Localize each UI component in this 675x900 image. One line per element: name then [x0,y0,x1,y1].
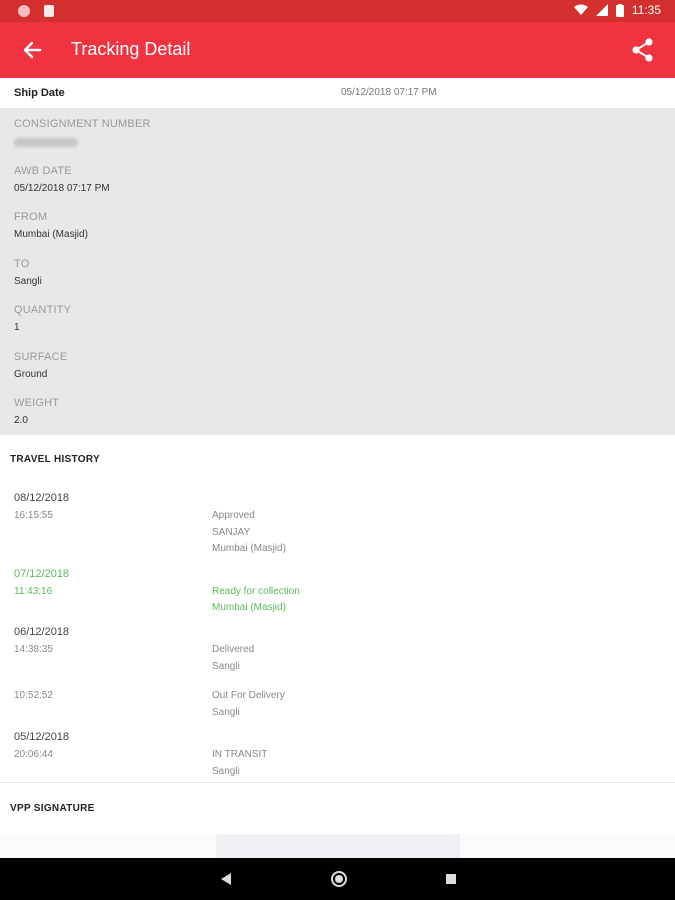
ship-date-value: 05/12/2018 07:17 PM [341,87,437,98]
notification-icon [18,5,30,17]
history-date: 06/12/2018 [14,626,70,638]
ship-date-row: Ship Date 05/12/2018 07:17 PM [0,78,675,108]
history-location: Mumbai (Masjid) [212,602,286,613]
history-status: Ready for collection [212,586,300,597]
system-icons: 11:35 [573,3,661,17]
history-time: 14:38:35 [14,644,53,655]
share-icon [632,38,653,62]
consignment-number-label: CONSIGNMENT NUMBER [14,118,151,130]
to-value: Sangli [14,276,42,287]
consignment-number-field: CONSIGNMENT NUMBER [14,118,151,152]
notification-icons [18,5,54,17]
app-bar: Tracking Detail [0,22,675,78]
history-time: 20:06:44 [14,749,53,760]
quantity-label: QUANTITY [14,304,72,316]
surface-label: SURFACE [14,351,68,363]
weight-value: 2.0 [14,415,28,426]
history-status: Approved [212,510,255,521]
signature-image [216,834,460,858]
page-title: Tracking Detail [71,39,191,59]
history-time: 16:15:55 [14,510,53,521]
to-label: TO [14,258,30,270]
share-button[interactable] [629,36,657,64]
sd-card-icon [44,5,54,17]
history-status: Delivered [212,644,255,655]
history-time: 11:43:16 [14,586,53,597]
wifi-icon [573,4,588,15]
status-bar: 11:35 [0,0,675,22]
history-location: Sangli [212,766,240,777]
weight-field: WEIGHT 2.0 [14,397,59,426]
history-location: Sangli [212,661,240,672]
consignment-number-redacted [14,138,78,147]
history-status: Out For Delivery [212,690,285,701]
history-status: IN TRANSIT [212,749,268,760]
history-date: 07/12/2018 [14,568,70,580]
system-nav-bar [0,858,675,900]
history-location: Mumbai (Masjid) [212,543,286,554]
nav-recents-icon[interactable] [446,874,456,884]
ship-date-label: Ship Date [14,87,65,99]
awb-date-value: 05/12/2018 07:17 PM [14,183,110,194]
nav-back-icon[interactable] [219,872,233,886]
awb-date-field: AWB DATE 05/12/2018 07:17 PM [14,165,110,194]
to-field: TO Sangli [14,258,42,287]
clock: 11:35 [631,3,661,17]
history-date: 05/12/2018 [14,731,70,743]
battery-icon [615,3,624,17]
surface-value: Ground [14,369,48,380]
weight-label: WEIGHT [14,397,60,409]
back-button[interactable] [18,36,46,64]
travel-history-heading: TRAVEL HISTORY [10,454,100,465]
section-divider [0,782,675,783]
surface-field: SURFACE Ground [14,351,67,380]
arrow-back-icon [23,41,42,59]
from-field: FROM Mumbai (Masjid) [14,211,88,240]
signal-icon [595,4,608,16]
vpp-signature-heading: VPP SIGNATURE [10,803,95,814]
from-value: Mumbai (Masjid) [14,229,88,240]
quantity-value: 1 [14,322,20,333]
consignment-details: CONSIGNMENT NUMBER AWB DATE 05/12/2018 0… [0,108,675,435]
quantity-field: QUANTITY 1 [14,304,71,333]
history-person: SANJAY [212,527,251,538]
awb-date-label: AWB DATE [14,165,72,177]
history-time: 10:52:52 [14,690,53,701]
history-location: Sangli [212,707,240,718]
from-label: FROM [14,211,48,223]
nav-home-icon[interactable] [330,870,348,888]
history-date: 08/12/2018 [14,492,70,504]
